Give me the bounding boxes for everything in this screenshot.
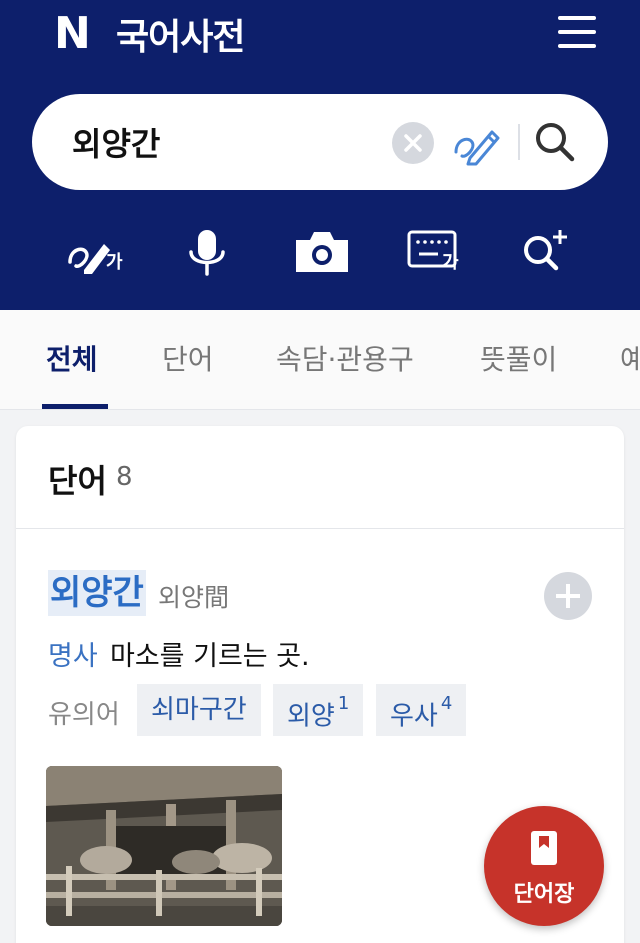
section-title[interactable]: 단어: [48, 456, 107, 502]
camera-search-button[interactable]: [290, 226, 354, 278]
part-of-speech: 명사: [48, 641, 98, 672]
add-to-wordbook-button[interactable]: [544, 572, 592, 620]
synonym-chip[interactable]: 외양 1: [273, 684, 364, 736]
synonym-text: 쇠마구간: [151, 695, 247, 725]
entry-photo[interactable]: [46, 766, 282, 926]
synonym-text: 우사: [390, 701, 438, 732]
camera-icon: [296, 232, 348, 272]
close-icon: [404, 134, 422, 152]
search-icon: [536, 123, 575, 162]
keyboard-input-button[interactable]: 가: [404, 226, 468, 278]
search-input[interactable]: [72, 116, 402, 168]
bookmark-book-icon: [531, 831, 557, 865]
card-divider: [16, 528, 624, 529]
microphone-icon: [189, 230, 225, 276]
entry-hanja: 외양間: [158, 583, 230, 612]
voice-search-button[interactable]: [176, 226, 240, 278]
app-header: N 국어사전 외양간 가 가: [0, 0, 640, 310]
tab-all[interactable]: 전체: [46, 338, 98, 378]
app-title[interactable]: 국어사전: [116, 8, 245, 60]
search-divider: [518, 124, 520, 160]
handwriting-label: 가: [106, 252, 123, 273]
wordbook-label: 단어장: [513, 882, 575, 907]
active-tab-indicator: [42, 404, 108, 409]
synonym-homonym-number: 4: [440, 693, 453, 714]
tab-meaning[interactable]: 뜻풀이: [480, 338, 557, 378]
search-plus-icon: [524, 230, 567, 271]
synonym-homonym-number: 1: [337, 693, 350, 714]
synonym-chip[interactable]: 쇠마구간: [137, 684, 261, 736]
definition: 마소를 기르는 곳.: [110, 641, 310, 672]
search-button[interactable]: [532, 118, 578, 166]
naver-logo[interactable]: N: [54, 12, 94, 56]
tab-example[interactable]: 예: [620, 338, 640, 378]
tab-word[interactable]: 단어: [162, 338, 214, 378]
result-count: 8: [116, 462, 133, 492]
synonym-text: 외양: [287, 701, 335, 732]
synonym-label: 유의어: [48, 700, 120, 730]
wordbook-fab-button[interactable]: 단어장: [484, 806, 604, 926]
handwriting-icon: [454, 130, 500, 166]
entry-word-link[interactable]: 외양간: [48, 570, 146, 616]
barn-photo-image: [46, 766, 282, 926]
advanced-search-button[interactable]: [516, 226, 580, 278]
keyboard-label: 가: [442, 252, 459, 273]
tab-proverb-idiom[interactable]: 속담·관용구: [276, 338, 414, 378]
clear-search-button[interactable]: [392, 122, 434, 164]
handwriting-button[interactable]: [452, 118, 504, 166]
search-box: [32, 94, 608, 190]
handwriting-input-button[interactable]: 가: [66, 226, 130, 278]
result-tabs: 전체 단어 속담·관용구 뜻풀이 예: [0, 310, 640, 410]
hamburger-menu-icon[interactable]: [558, 16, 596, 48]
synonym-chip[interactable]: 우사 4: [376, 684, 467, 736]
